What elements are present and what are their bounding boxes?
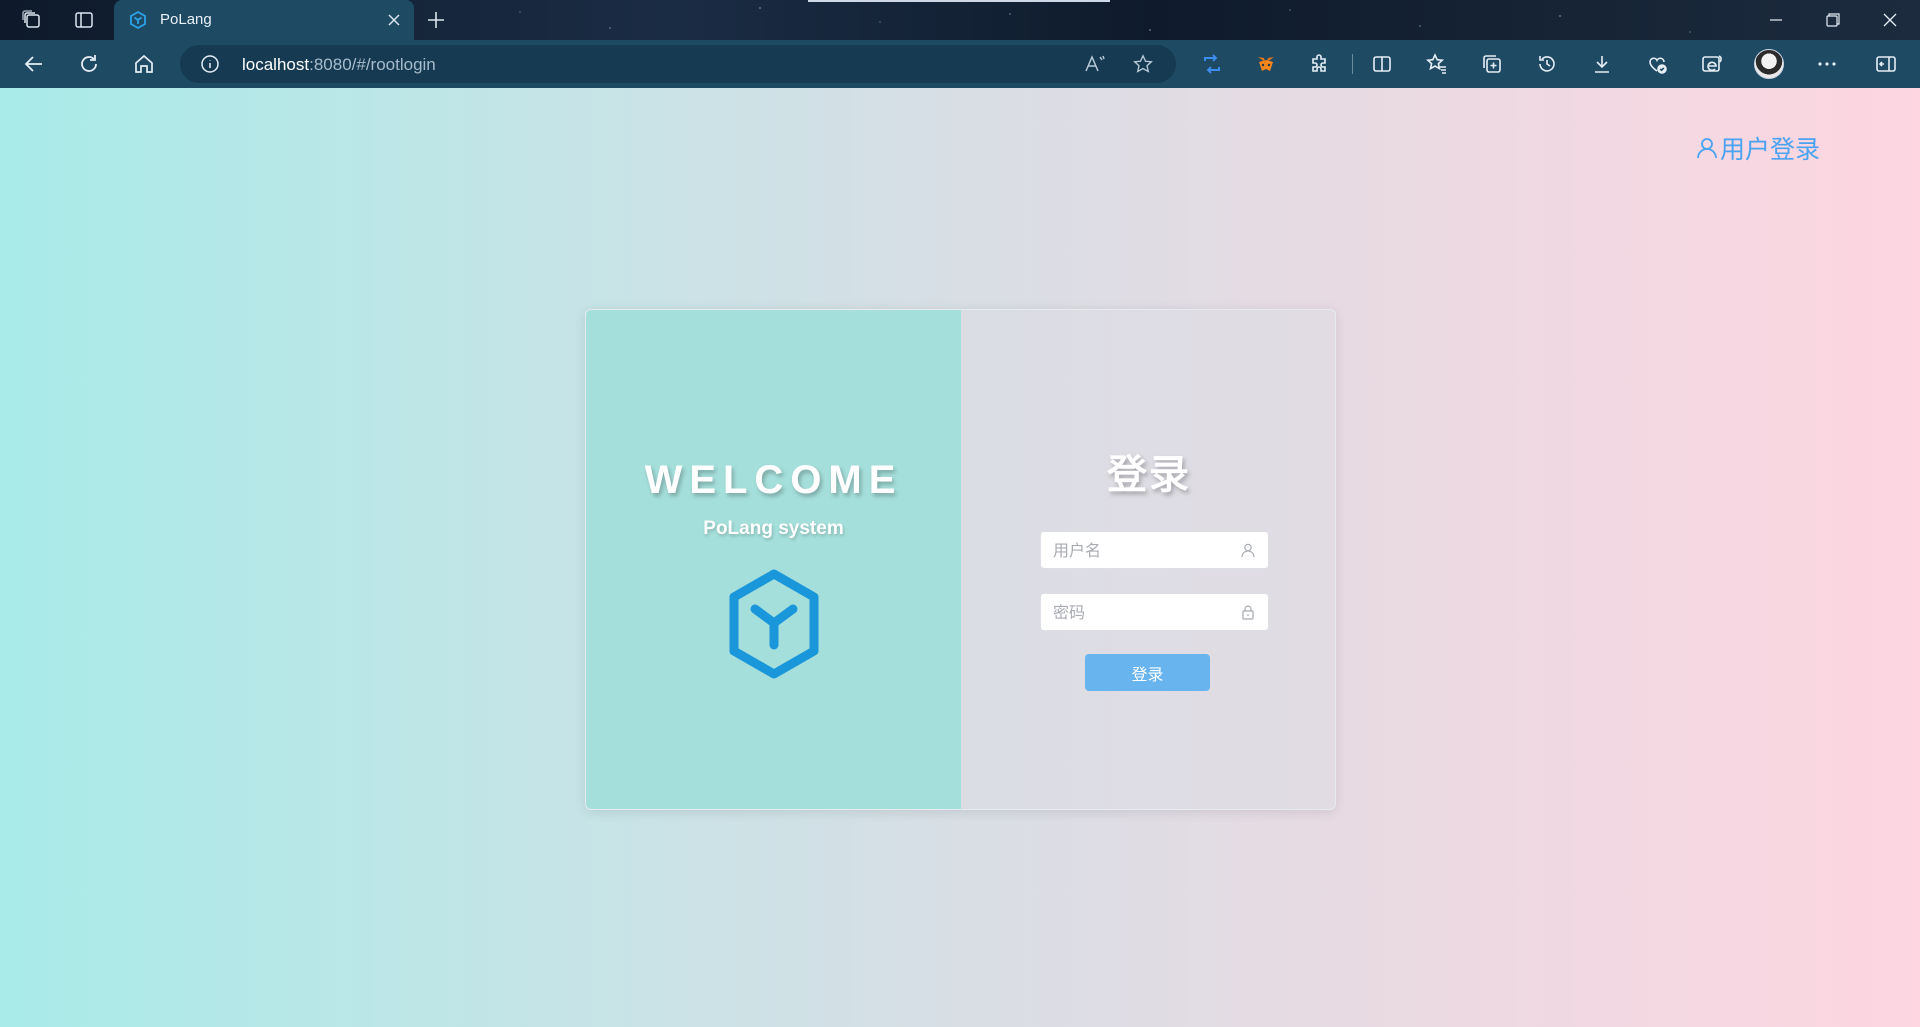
extensions-icon[interactable] — [1308, 52, 1332, 76]
back-icon[interactable] — [22, 52, 46, 76]
workspaces-icon[interactable] — [20, 8, 44, 32]
minimize-icon[interactable] — [1758, 6, 1794, 34]
welcome-heading: WELCOME — [644, 458, 903, 502]
more-options-icon[interactable] — [1815, 52, 1839, 76]
screen-cast-icon[interactable] — [1200, 52, 1224, 76]
login-title: 登录 — [1107, 453, 1191, 497]
url-host: localhost — [242, 55, 310, 74]
page-load-indicator — [808, 0, 1110, 2]
user-icon — [1241, 543, 1255, 558]
address-bar[interactable]: localhost:8080/#/rootlogin — [180, 45, 1176, 83]
system-subtitle: PoLang system — [703, 518, 844, 539]
login-form: 登录 登录 — [961, 310, 1335, 809]
performance-icon[interactable] — [1645, 52, 1669, 76]
password-field[interactable] — [1040, 593, 1269, 631]
tab-polang[interactable]: PoLang — [114, 0, 414, 40]
user-login-label: 用户登录 — [1720, 136, 1821, 164]
polang-favicon-icon — [128, 10, 148, 30]
downloads-icon[interactable] — [1590, 52, 1614, 76]
username-input[interactable] — [1053, 532, 1243, 568]
history-icon[interactable] — [1535, 52, 1559, 76]
tab-title: PoLang — [160, 11, 212, 28]
user-login-link[interactable]: 用户登录 — [1696, 130, 1820, 166]
site-info-icon[interactable] — [200, 54, 220, 74]
polang-logo-icon — [729, 569, 819, 679]
welcome-panel: WELCOME PoLang system — [586, 310, 961, 809]
restore-icon[interactable] — [1815, 6, 1851, 34]
metamask-icon[interactable] — [1254, 52, 1278, 76]
ie-mode-icon[interactable] — [1700, 52, 1724, 76]
lock-icon — [1242, 605, 1254, 620]
password-input[interactable] — [1053, 594, 1243, 630]
favorite-star-icon[interactable] — [1132, 54, 1154, 74]
username-field[interactable] — [1040, 531, 1269, 569]
close-tab-icon[interactable] — [384, 10, 404, 30]
profile-avatar[interactable] — [1754, 49, 1784, 79]
collections-icon[interactable] — [1480, 52, 1504, 76]
address-url[interactable]: localhost:8080/#/rootlogin — [242, 55, 436, 75]
home-icon[interactable] — [132, 52, 156, 76]
toolbar-divider — [1352, 54, 1353, 74]
new-tab-icon[interactable] — [424, 8, 448, 32]
user-icon — [1697, 138, 1717, 159]
sidebar-toggle-icon[interactable] — [1874, 52, 1898, 76]
split-screen-icon[interactable] — [1370, 52, 1394, 76]
read-aloud-icon[interactable] — [1084, 54, 1106, 74]
refresh-icon[interactable] — [77, 52, 101, 76]
login-button[interactable]: 登录 — [1085, 654, 1210, 691]
browser-toolbar: localhost:8080/#/rootlogin — [0, 40, 1920, 88]
close-window-icon[interactable] — [1872, 6, 1908, 34]
page-background: 用户登录 WELCOME PoLang system 登录 登录 — [0, 88, 1920, 1027]
login-card: WELCOME PoLang system 登录 登录 — [585, 309, 1336, 810]
tab-actions-icon[interactable] — [72, 8, 96, 32]
browser-title-bar: PoLang — [0, 0, 1920, 40]
favorites-icon[interactable] — [1425, 52, 1449, 76]
url-path: :8080/#/rootlogin — [309, 55, 436, 74]
